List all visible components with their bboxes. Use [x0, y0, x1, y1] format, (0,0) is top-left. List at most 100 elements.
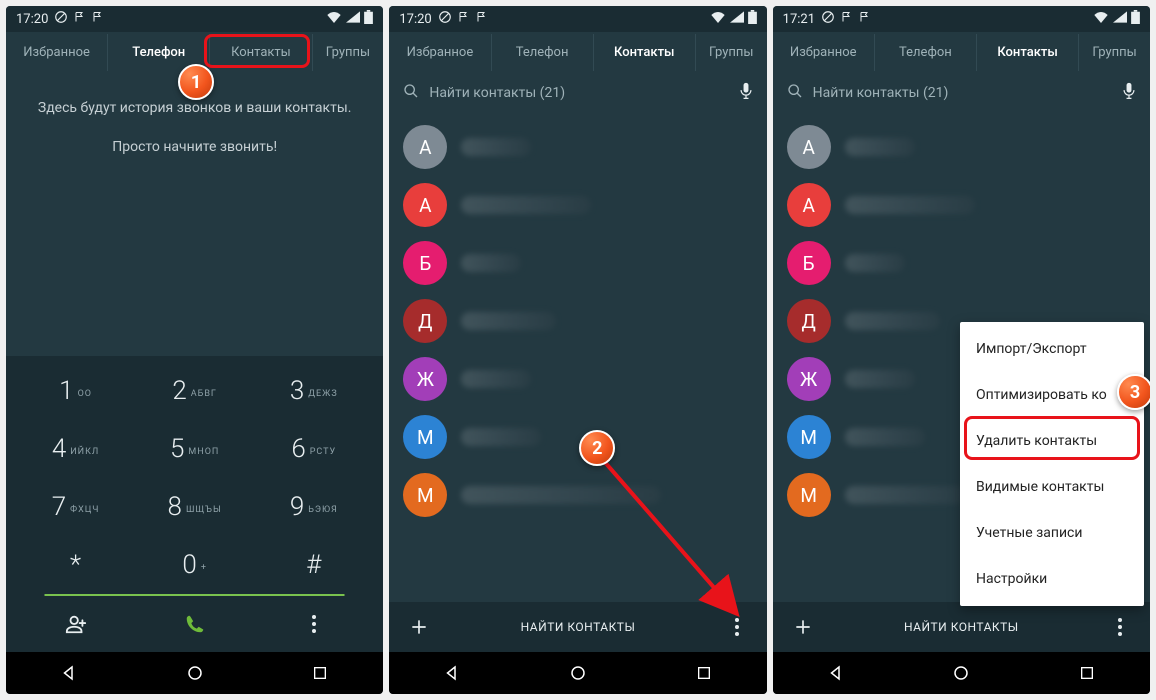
- contact-row[interactable]: Б: [389, 234, 766, 292]
- status-bar: 17:20: [389, 6, 766, 32]
- nav-back[interactable]: [441, 662, 463, 684]
- empty-line1: Здесь будут история звонков и ваши конта…: [36, 98, 353, 119]
- more-button[interactable]: [1090, 618, 1150, 636]
- dial-key-4[interactable]: 4ИЙКЛ: [16, 420, 135, 478]
- tab-contacts[interactable]: Контакты: [594, 34, 696, 71]
- step-bubble-1: 1: [178, 64, 214, 100]
- status-time: 17:20: [16, 12, 48, 27]
- flag-icon: [859, 11, 871, 27]
- contact-name-blurred: [845, 254, 905, 272]
- menu-settings[interactable]: Настройки: [960, 556, 1144, 602]
- contact-row[interactable]: М: [389, 408, 766, 466]
- contact-name-blurred: [845, 138, 915, 156]
- search-bar[interactable]: Найти контакты (21): [389, 72, 766, 114]
- add-contact-button[interactable]: [16, 613, 135, 635]
- avatar: М: [787, 473, 831, 517]
- contact-row[interactable]: А: [773, 176, 1150, 234]
- flag-icon: [458, 11, 470, 27]
- contact-row[interactable]: Д: [389, 292, 766, 350]
- status-time: 17:21: [783, 12, 815, 27]
- contact-name-blurred: [845, 196, 975, 214]
- avatar: Ж: [787, 357, 831, 401]
- wifi-icon: [326, 11, 342, 27]
- nav-recent[interactable]: [693, 662, 715, 684]
- contact-name-blurred: [461, 370, 531, 388]
- phone-screen-1: 17:20 Избранное Телефон Контакты Группы …: [6, 6, 383, 694]
- wifi-icon: [710, 11, 726, 27]
- dial-key-1[interactable]: 1ОО: [16, 362, 135, 420]
- contacts-list[interactable]: ААБДЖММ: [389, 114, 766, 602]
- contact-row[interactable]: Б: [773, 234, 1150, 292]
- phone-screen-2: 17:20 Избранное Телефон Контакты Группы …: [389, 6, 766, 694]
- nav-recent[interactable]: [1076, 662, 1098, 684]
- status-bar: 17:21: [773, 6, 1150, 32]
- menu-import-export[interactable]: Импорт/Экспорт: [960, 326, 1144, 372]
- contact-name-blurred: [845, 370, 915, 388]
- accent-line: [16, 594, 373, 596]
- avatar: А: [403, 125, 447, 169]
- status-time: 17:20: [399, 12, 431, 27]
- contact-name-blurred: [461, 486, 661, 504]
- tabs: Избранное Телефон Контакты Группы: [773, 32, 1150, 72]
- tab-groups[interactable]: Группы: [696, 34, 767, 71]
- avatar: Б: [403, 241, 447, 285]
- tab-phone[interactable]: Телефон: [875, 34, 977, 71]
- tab-contacts[interactable]: Контакты: [977, 34, 1079, 71]
- dial-key-hash[interactable]: #: [254, 536, 373, 594]
- dial-key-5[interactable]: 5МНОП: [135, 420, 254, 478]
- dial-key-2[interactable]: 2АБВГ: [135, 362, 254, 420]
- nav-home[interactable]: [567, 662, 589, 684]
- find-contacts-label[interactable]: НАЙТИ КОНТАКТЫ: [449, 620, 706, 634]
- tab-contacts[interactable]: Контакты: [210, 34, 312, 71]
- add-button[interactable]: [389, 617, 449, 637]
- contact-row[interactable]: Ж: [389, 350, 766, 408]
- nav-home[interactable]: [950, 662, 972, 684]
- contact-name-blurred: [461, 312, 556, 330]
- tab-groups[interactable]: Группы: [313, 34, 384, 71]
- tab-groups[interactable]: Группы: [1079, 34, 1150, 71]
- nav-back[interactable]: [58, 662, 80, 684]
- nav-back[interactable]: [825, 662, 847, 684]
- mic-icon[interactable]: [739, 82, 753, 104]
- bottom-bar: НАЙТИ КОНТАКТЫ: [389, 602, 766, 652]
- mic-icon[interactable]: [1122, 82, 1136, 104]
- no-entry-icon: [54, 10, 68, 28]
- nav-home[interactable]: [184, 662, 206, 684]
- dial-key-9[interactable]: 9ЬЭЮЯ: [254, 478, 373, 536]
- more-button[interactable]: [707, 618, 767, 636]
- tab-favourites[interactable]: Избранное: [6, 34, 108, 71]
- contact-row[interactable]: А: [773, 118, 1150, 176]
- search-icon: [787, 83, 803, 103]
- contact-row[interactable]: А: [389, 118, 766, 176]
- dial-key-8[interactable]: 8ШЩЪЫ: [135, 478, 254, 536]
- tab-favourites[interactable]: Избранное: [773, 34, 875, 71]
- contact-name-blurred: [461, 428, 541, 446]
- menu-accounts[interactable]: Учетные записи: [960, 510, 1144, 556]
- menu-delete-contacts[interactable]: Удалить контакты: [960, 418, 1144, 464]
- contact-row[interactable]: А: [389, 176, 766, 234]
- dial-key-6[interactable]: 6РСТУ: [254, 420, 373, 478]
- search-icon: [403, 83, 419, 103]
- search-placeholder: Найти контакты (21): [813, 85, 1112, 101]
- dial-key-0[interactable]: 0+: [135, 536, 254, 594]
- nav-recent[interactable]: [309, 662, 331, 684]
- battery-icon: [364, 10, 373, 28]
- search-bar[interactable]: Найти контакты (21): [773, 72, 1150, 114]
- add-button[interactable]: [773, 617, 833, 637]
- tab-phone[interactable]: Телефон: [492, 34, 594, 71]
- tab-favourites[interactable]: Избранное: [389, 34, 491, 71]
- dial-key-star[interactable]: *: [16, 536, 135, 594]
- no-entry-icon: [821, 10, 835, 28]
- dial-key-3[interactable]: 3ДЕЖЗ: [254, 362, 373, 420]
- battery-icon: [1131, 10, 1140, 28]
- dial-key-7[interactable]: 7ФХЦЧ: [16, 478, 135, 536]
- more-button[interactable]: [254, 615, 373, 633]
- contact-row[interactable]: М: [389, 466, 766, 524]
- avatar: Д: [787, 299, 831, 343]
- call-button[interactable]: [135, 613, 254, 635]
- menu-visible-contacts[interactable]: Видимые контакты: [960, 464, 1144, 510]
- step-bubble-3: 3: [1117, 374, 1150, 410]
- signal-icon: [1113, 11, 1127, 27]
- find-contacts-label[interactable]: НАЙТИ КОНТАКТЫ: [833, 620, 1090, 634]
- contact-name-blurred: [845, 486, 965, 504]
